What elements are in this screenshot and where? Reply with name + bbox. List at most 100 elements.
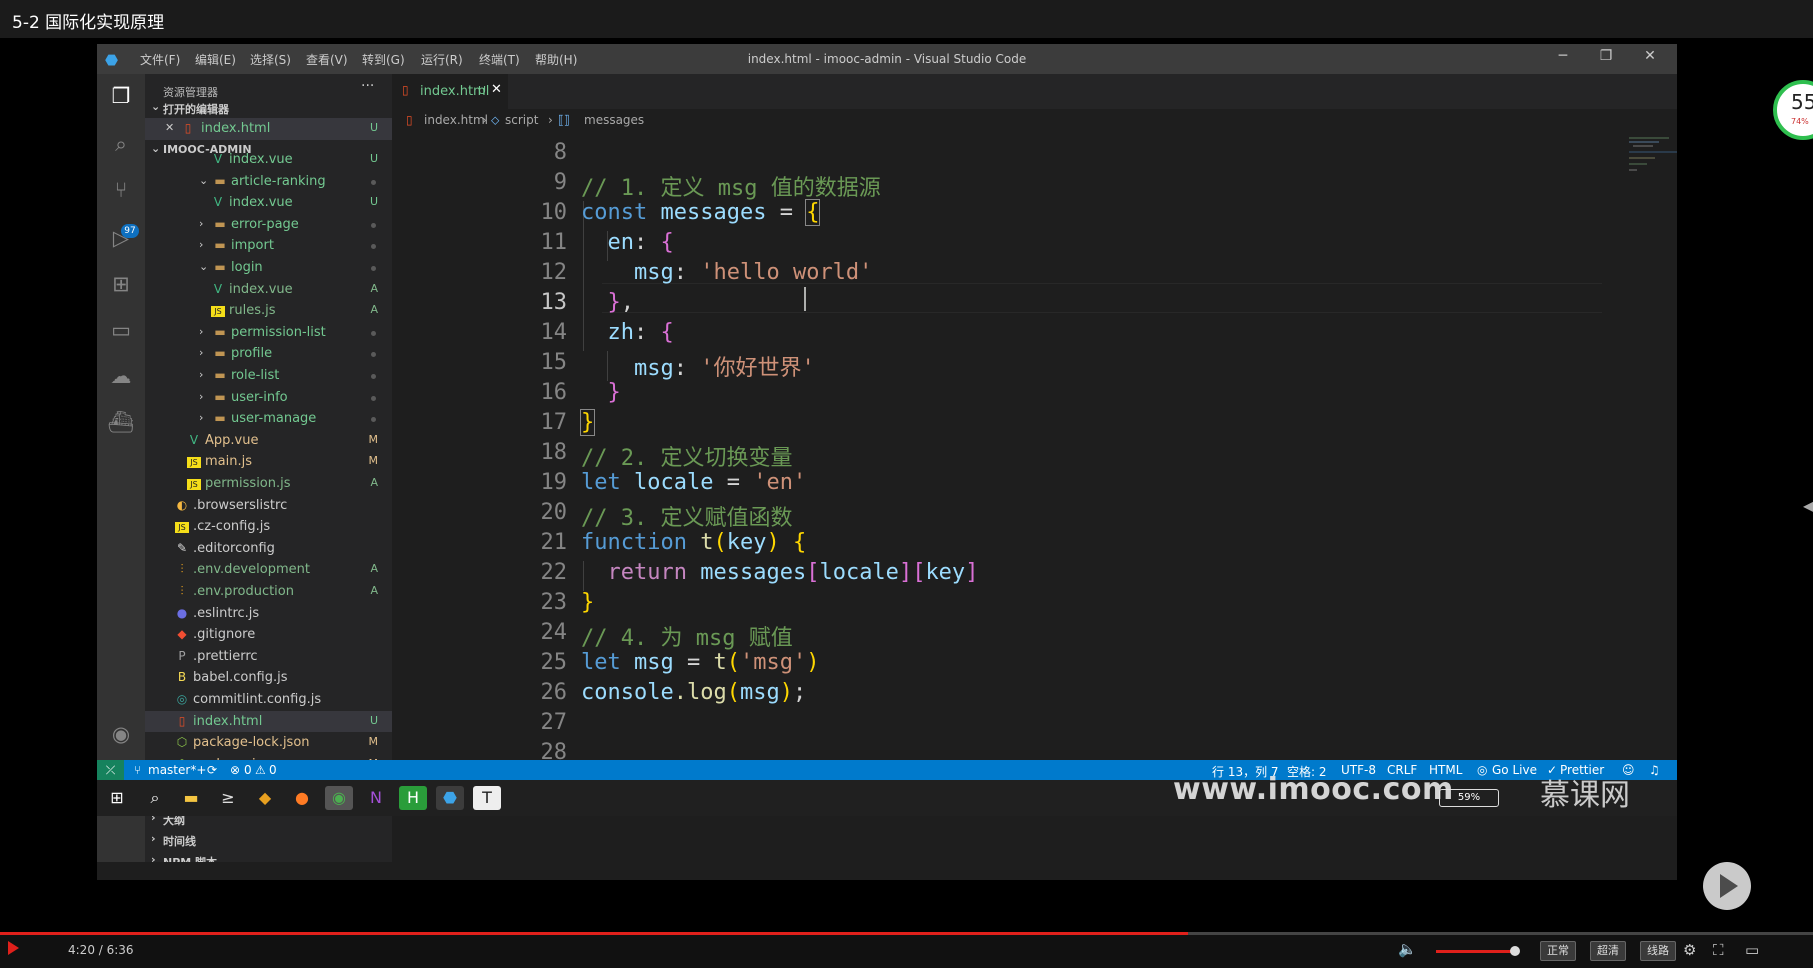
- fullscreen-icon[interactable]: ▭: [1745, 941, 1759, 959]
- chevron-right-icon: ›: [151, 832, 156, 845]
- volume-knob[interactable]: [1510, 946, 1520, 956]
- quality-hd-button[interactable]: 超清: [1590, 941, 1626, 961]
- tree-item[interactable]: Vindex.vue U: [145, 192, 392, 214]
- git-status-badge: A: [370, 584, 378, 597]
- fullscreen-web-icon[interactable]: ⛶: [1713, 941, 1724, 959]
- tree-item[interactable]: JS .cz-config.js: [145, 516, 392, 538]
- tree-item-label: profile: [231, 346, 273, 362]
- quality-normal-button[interactable]: 正常: [1540, 941, 1576, 961]
- source-control-icon[interactable]: ⑂: [97, 178, 145, 202]
- file-explorer-icon[interactable]: ▬: [177, 786, 205, 810]
- onenote-icon[interactable]: N: [362, 786, 390, 810]
- tree-item[interactable]: › ▬ role-list: [145, 365, 392, 387]
- tree-item[interactable]: › ▬ permission-list: [145, 322, 392, 344]
- chevron-right-icon[interactable]: ›: [199, 238, 203, 251]
- search-icon[interactable]: ⌕: [141, 786, 169, 810]
- volume-icon[interactable]: 🔈: [1398, 940, 1417, 958]
- remote-icon[interactable]: ⤫: [97, 760, 124, 780]
- chrome-icon[interactable]: ◉: [325, 786, 353, 810]
- minimize-icon[interactable]: ─: [1553, 48, 1573, 64]
- extensions-icon[interactable]: ⊞: [97, 272, 145, 296]
- tree-item[interactable]: ✎ .editorconfig: [145, 538, 392, 560]
- npm-scripts-header[interactable]: › NPM 脚本: [145, 851, 392, 862]
- hbuilder-icon[interactable]: H: [399, 786, 427, 810]
- chevron-right-icon[interactable]: ›: [199, 217, 203, 230]
- env-file-icon: ⫶: [180, 562, 184, 577]
- sync-icon[interactable]: ⟳: [207, 763, 217, 777]
- code-editor[interactable]: 8 9 10 11 12 13 14 15 16 17 18 19 20 21 22 23 24 25 26 27 28…: [392, 131, 1677, 804]
- tree-item[interactable]: ⫶ .env.development A: [145, 559, 392, 581]
- close-window-icon[interactable]: ✕: [1640, 48, 1660, 64]
- watermark: www.imooc.com: [1173, 772, 1454, 807]
- tree-item[interactable]: JS permission.js A: [145, 473, 392, 495]
- warning-count[interactable]: 0: [269, 763, 277, 777]
- tree-item[interactable]: ⌄ ▬ article-ranking: [145, 171, 392, 193]
- tab-index-html[interactable]: ▯ index.html U ✕: [392, 74, 508, 109]
- tree-item[interactable]: ⫶ .env.production A: [145, 581, 392, 603]
- tree-item[interactable]: P .prettierrc: [145, 646, 392, 668]
- play-icon[interactable]: [8, 941, 19, 955]
- firefox-icon[interactable]: ●: [288, 786, 316, 810]
- typora-icon[interactable]: T: [473, 786, 501, 810]
- open-editor-item[interactable]: ✕ ▯ index.html U: [145, 118, 392, 140]
- docker-icon[interactable]: ⛴: [97, 410, 145, 435]
- chevron-right-icon[interactable]: ›: [199, 346, 203, 359]
- sourcetree-icon[interactable]: ◆: [251, 786, 279, 810]
- chevron-right-icon[interactable]: ›: [199, 390, 203, 403]
- chevron-right-icon[interactable]: ›: [199, 368, 203, 381]
- explorer-icon[interactable]: ❐: [97, 84, 145, 108]
- tree-item[interactable]: › ▬ user-manage: [145, 408, 392, 430]
- tab-close-icon[interactable]: ✕: [491, 82, 502, 97]
- tree-item[interactable]: › ▬ user-info: [145, 387, 392, 409]
- tree-item[interactable]: › ▬ profile: [145, 343, 392, 365]
- tree-item[interactable]: ● .eslintrc.js: [145, 603, 392, 625]
- open-editors-header[interactable]: ⌄ 打开的编辑器: [145, 98, 392, 118]
- chevron-down-icon[interactable]: ⌄: [199, 174, 208, 187]
- tree-item[interactable]: ◆ .gitignore: [145, 624, 392, 646]
- tree-item[interactable]: ⌄ ▬ login: [145, 257, 392, 279]
- chevron-down-icon[interactable]: ⌄: [199, 260, 208, 273]
- error-icon: ⊗: [230, 763, 241, 777]
- modified-dot: [371, 222, 376, 228]
- breadcrumb-messages[interactable]: messages: [584, 113, 644, 127]
- remote-explorer-icon[interactable]: ▭: [97, 318, 145, 342]
- tree-item[interactable]: JS main.js M: [145, 451, 392, 473]
- folder-icon: ▬: [214, 346, 226, 361]
- chevron-right-icon[interactable]: ›: [199, 411, 203, 424]
- vscode-taskbar-icon[interactable]: ⬣: [436, 786, 464, 810]
- tree-item[interactable]: Vindex.vue U: [145, 149, 392, 171]
- go-live-button[interactable]: Go Live: [1492, 763, 1537, 777]
- chevron-right-icon[interactable]: ›: [199, 325, 203, 338]
- big-play-button[interactable]: [1703, 862, 1751, 910]
- tree-item[interactable]: › ▬ error-page: [145, 214, 392, 236]
- settings-gear-icon[interactable]: ⚙: [1683, 941, 1696, 959]
- tree-item[interactable]: V App.vue M: [145, 430, 392, 452]
- tree-item[interactable]: ◎ commitlint.config.js: [145, 689, 392, 711]
- run-debug-icon[interactable]: ▷: [97, 226, 145, 250]
- timeline-header[interactable]: › 时间线: [145, 830, 392, 850]
- restore-icon[interactable]: ❐: [1596, 48, 1616, 64]
- tree-item[interactable]: ⬡ package-lock.json M: [145, 732, 392, 754]
- more-actions-icon[interactable]: ···: [361, 78, 374, 94]
- tree-item[interactable]: JS rules.js A: [145, 300, 392, 322]
- code-line-14: zh: {: [607, 320, 674, 345]
- breadcrumb-file[interactable]: index.html: [424, 113, 488, 127]
- terminal-icon[interactable]: ≥: [214, 786, 242, 810]
- windows-start-icon[interactable]: ⊞: [103, 786, 131, 810]
- tree-item[interactable]: ◐ .browserslistrc: [145, 495, 392, 517]
- search-icon[interactable]: ⌕: [97, 132, 145, 157]
- minimap[interactable]: [1629, 131, 1677, 191]
- route-button[interactable]: 线路: [1640, 941, 1676, 961]
- breadcrumb-script[interactable]: script: [505, 113, 538, 127]
- tree-item[interactable]: › ▬ import: [145, 235, 392, 257]
- close-icon[interactable]: ✕: [165, 121, 174, 134]
- account-icon[interactable]: ◉: [97, 722, 145, 746]
- tree-item[interactable]: Vindex.vue A: [145, 279, 392, 301]
- side-panel-arrow-icon[interactable]: ◀: [1803, 496, 1813, 515]
- git-branch[interactable]: master*+: [148, 763, 206, 777]
- error-count[interactable]: 0: [244, 763, 252, 777]
- tree-item[interactable]: Bbabel.config.js: [145, 667, 392, 689]
- live-share-icon[interactable]: ☁: [97, 364, 145, 388]
- tree-item[interactable]: ▯ index.html U: [145, 710, 392, 733]
- notifications-bell-icon[interactable]: ♫: [1649, 763, 1660, 777]
